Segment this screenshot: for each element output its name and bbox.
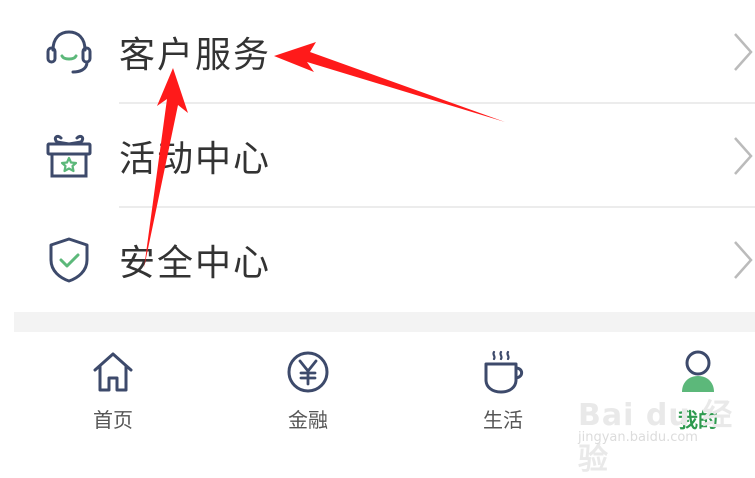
tab-label: 首页 xyxy=(93,408,133,432)
tab-home[interactable]: 首页 xyxy=(53,332,173,459)
menu-list: 客户服务 活动中心 安全中心 xyxy=(0,0,755,312)
yuan-icon xyxy=(287,351,329,393)
menu-item-label: 客户服务 xyxy=(119,35,272,76)
coffee-cup-icon xyxy=(484,350,524,394)
chevron-right-icon xyxy=(734,33,753,71)
tab-label: 金融 xyxy=(288,408,328,432)
tab-life[interactable]: 生活 xyxy=(443,332,563,459)
watermark-sub: jingyan.baidu.com xyxy=(578,430,698,445)
menu-item-activity-center[interactable]: 活动中心 xyxy=(0,104,755,208)
chevron-right-icon xyxy=(734,137,753,175)
tab-finance[interactable]: 金融 xyxy=(248,332,368,459)
chevron-right-icon xyxy=(734,241,753,279)
menu-item-label: 活动中心 xyxy=(119,139,272,180)
shield-check-icon xyxy=(42,233,96,287)
headset-icon xyxy=(42,25,96,79)
tab-label: 生活 xyxy=(483,408,523,432)
menu-item-label: 安全中心 xyxy=(119,243,272,284)
home-icon xyxy=(93,352,133,392)
menu-item-security-center[interactable]: 安全中心 xyxy=(0,208,755,312)
baidu-jingyan-watermark: Bai du 经验 jingyan.baidu.com xyxy=(574,386,755,477)
menu-item-customer-service[interactable]: 客户服务 xyxy=(0,0,755,104)
section-gap xyxy=(14,312,755,332)
gift-icon xyxy=(42,129,96,183)
